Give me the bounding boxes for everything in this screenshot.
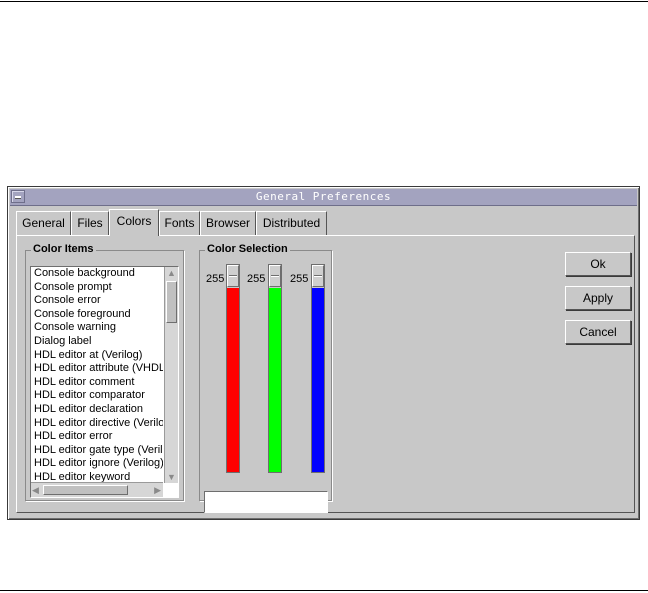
color-preview-swatch xyxy=(204,491,328,513)
ok-button[interactable]: Ok xyxy=(565,252,631,276)
list-item[interactable]: HDL editor directive (Verilog) xyxy=(31,417,163,431)
blue-value: 255 xyxy=(290,273,309,285)
blue-slider-fill xyxy=(312,288,324,472)
color-items-label: Color Items xyxy=(31,243,96,255)
list-item[interactable]: Console foreground xyxy=(31,308,163,322)
list-item[interactable]: HDL editor at (Verilog) xyxy=(31,349,163,363)
color-selection-group: Color Selection 255 255 255 xyxy=(199,243,332,513)
vertical-scrollbar[interactable]: ▲ ▼ xyxy=(164,267,178,483)
tab-general[interactable]: General xyxy=(16,211,71,235)
tab-fonts[interactable]: Fonts xyxy=(159,211,200,235)
scroll-up-arrow-icon[interactable]: ▲ xyxy=(167,268,176,278)
green-slider-fill xyxy=(269,288,281,472)
color-items-entries: Console background Console prompt Consol… xyxy=(31,267,163,483)
blue-slider-thumb[interactable] xyxy=(312,265,324,287)
blue-slider[interactable] xyxy=(311,264,325,473)
list-item[interactable]: HDL editor gate type (Verilog) xyxy=(31,444,163,458)
list-item[interactable]: HDL editor attribute (VHDL) xyxy=(31,362,163,376)
top-rule xyxy=(0,1,648,2)
window-title: General Preferences xyxy=(255,190,392,203)
red-slider-thumb[interactable] xyxy=(227,265,239,287)
scroll-right-arrow-icon[interactable]: ▶ xyxy=(154,485,161,495)
tab-browser[interactable]: Browser xyxy=(200,211,256,235)
scroll-down-arrow-icon[interactable]: ▼ xyxy=(167,472,176,482)
list-item[interactable]: Console warning xyxy=(31,321,163,335)
vertical-scroll-thumb[interactable] xyxy=(166,281,177,323)
list-item[interactable]: HDL editor comparator xyxy=(31,389,163,403)
list-item[interactable]: HDL editor ignore (Verilog) xyxy=(31,457,163,471)
preferences-window: General Preferences General Files Colors… xyxy=(7,186,640,520)
tab-distributed[interactable]: Distributed xyxy=(256,211,327,235)
horizontal-scrollbar[interactable]: ◀ ▶ xyxy=(31,482,163,497)
title-bar[interactable]: General Preferences xyxy=(10,189,637,206)
tab-colors[interactable]: Colors xyxy=(109,209,159,236)
list-item[interactable]: Dialog label xyxy=(31,335,163,349)
tab-files[interactable]: Files xyxy=(71,211,109,235)
green-value: 255 xyxy=(247,273,266,285)
scroll-left-arrow-icon[interactable]: ◀ xyxy=(32,485,39,495)
list-item[interactable]: HDL editor error xyxy=(31,430,163,444)
apply-button[interactable]: Apply xyxy=(565,286,631,310)
colors-panel: Color Items Console background Console p… xyxy=(16,235,635,513)
color-items-group: Color Items Console background Console p… xyxy=(25,243,184,501)
bottom-rule xyxy=(0,590,648,591)
red-slider-fill xyxy=(227,288,239,472)
green-slider[interactable] xyxy=(268,264,282,473)
list-item[interactable]: Console error xyxy=(31,294,163,308)
list-item[interactable]: Console prompt xyxy=(31,281,163,295)
cancel-button[interactable]: Cancel xyxy=(565,320,631,344)
color-selection-label: Color Selection xyxy=(205,243,290,255)
color-items-list[interactable]: Console background Console prompt Consol… xyxy=(30,266,179,498)
list-item[interactable]: HDL editor comment xyxy=(31,376,163,390)
horizontal-scroll-thumb[interactable] xyxy=(43,485,128,495)
green-slider-thumb[interactable] xyxy=(269,265,281,287)
red-value: 255 xyxy=(206,273,225,285)
red-slider[interactable] xyxy=(226,264,240,473)
list-item[interactable]: Console background xyxy=(31,267,163,281)
list-item[interactable]: HDL editor declaration xyxy=(31,403,163,417)
